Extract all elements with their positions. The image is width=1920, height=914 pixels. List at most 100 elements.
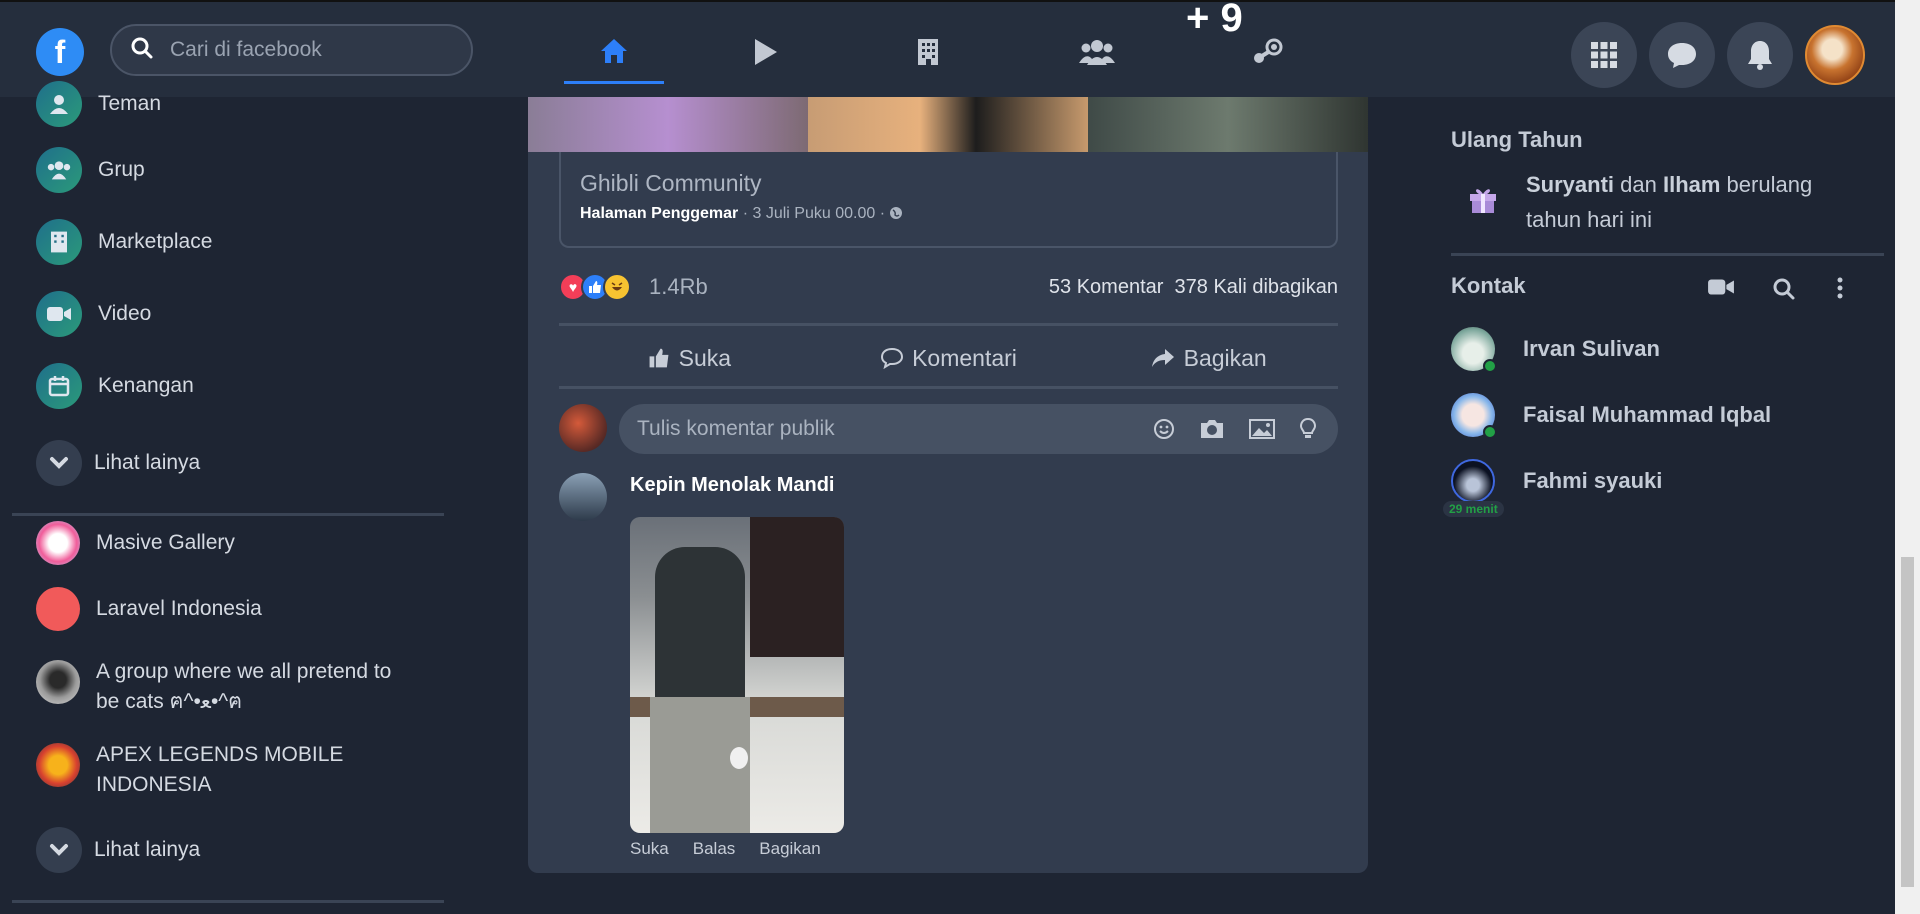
sidebar-group-item[interactable]: Masive Gallery	[36, 521, 235, 565]
pages-icon	[918, 39, 938, 65]
comment-button[interactable]: Komentari	[819, 330, 1079, 386]
search-icon	[130, 36, 154, 65]
reaction-summary: ♥ 1.4Rb 53 Komentar 378 Kali dibagikan	[559, 268, 1338, 306]
sidebar-group-item[interactable]: APEX LEGENDS MOBILE INDONESIA	[36, 740, 356, 800]
home-icon	[601, 38, 627, 63]
facebook-logo[interactable]: f	[36, 28, 84, 76]
search-box[interactable]	[110, 24, 473, 76]
page-scrollbar[interactable]	[1895, 0, 1920, 914]
sidebar-divider	[12, 900, 444, 903]
friends-icon	[36, 81, 82, 127]
video-call-icon[interactable]	[1707, 277, 1735, 297]
group-avatar	[36, 521, 80, 565]
sidebar-item-label: Teman	[98, 92, 162, 115]
chevron-down-icon	[36, 440, 82, 486]
shares-count[interactable]: 378 Kali dibagikan	[1175, 276, 1338, 298]
link-meta: Halaman Penggemar · 3 Juli Puku 00.00 ·	[580, 205, 1317, 223]
contact-name: Faisal Muhammad Iqbal	[1523, 402, 1772, 427]
search-input[interactable]	[168, 37, 438, 63]
sidebar-item-video[interactable]: Video	[36, 291, 151, 337]
post-photo[interactable]	[528, 97, 808, 152]
lightbulb-icon[interactable]	[1298, 417, 1318, 441]
comment-actions: Suka Balas Bagikan	[630, 839, 821, 859]
link-title[interactable]: Ghibli Community	[580, 170, 1317, 197]
search-icon[interactable]	[1772, 277, 1796, 301]
contact-item[interactable]: 29 menit Fahmi syauki	[1443, 459, 1663, 517]
contact-item[interactable]: Faisal Muhammad Iqbal	[1451, 393, 1772, 439]
comments-count[interactable]: 53 Komentar	[1049, 276, 1164, 298]
comment-input-box[interactable]	[619, 404, 1338, 454]
groups-icon	[36, 147, 82, 193]
sidebar-item-label: Video	[98, 302, 152, 325]
comment-label: Komentari	[912, 344, 1017, 371]
post-photo[interactable]	[1088, 97, 1368, 152]
post-date: · 3 Juli Puku 00.00 ·	[738, 205, 890, 222]
sidebar-item-label: Kenangan	[98, 374, 194, 397]
nav-pages-tab[interactable]	[878, 20, 978, 84]
post-photo-strip[interactable]	[528, 97, 1368, 152]
sidebar-item-marketplace[interactable]: Marketplace	[36, 219, 212, 265]
comment-share-link[interactable]: Bagikan	[759, 839, 820, 859]
sidebar-item-memories[interactable]: Kenangan	[36, 363, 194, 409]
current-user-avatar[interactable]	[559, 404, 607, 452]
online-status-dot	[1483, 425, 1497, 439]
sidebar-item-friends[interactable]: Teman	[36, 81, 161, 127]
comment-like-link[interactable]: Suka	[630, 839, 669, 859]
shared-link-card[interactable]: Ghibli Community Halaman Penggemar · 3 J…	[559, 152, 1338, 248]
reaction-icons[interactable]: ♥	[559, 273, 631, 301]
post-actions: Suka Komentari Bagikan	[559, 330, 1338, 386]
see-more-label: Lihat lainya	[94, 838, 201, 861]
more-options-icon[interactable]	[1836, 277, 1844, 299]
group-name: Masive Gallery	[96, 531, 235, 554]
see-more-button[interactable]: Lihat lainya	[36, 440, 200, 486]
notifications-button[interactable]	[1727, 22, 1793, 88]
profile-avatar[interactable]	[1805, 25, 1865, 85]
contact-name: Fahmi syauki	[1523, 468, 1663, 493]
birthday-text[interactable]: Suryanti dan Ilham berulang tahun hari i…	[1526, 167, 1856, 237]
group-name: APEX LEGENDS MOBILE INDONESIA	[96, 743, 344, 796]
sidebar-divider	[1451, 253, 1884, 256]
camera-icon[interactable]	[1198, 417, 1226, 441]
menu-button[interactable]	[1571, 22, 1637, 88]
groups-icon	[1079, 40, 1115, 65]
commenter-name[interactable]: Kepin Menolak Mandi	[630, 474, 834, 497]
menu-grid-icon	[1591, 42, 1617, 68]
reaction-count[interactable]: 1.4Rb	[649, 274, 708, 300]
see-more-button[interactable]: Lihat lainya	[36, 827, 200, 873]
nav-gaming-tab[interactable]	[1217, 20, 1317, 84]
comment-reply-link[interactable]: Balas	[693, 839, 736, 859]
left-sidebar: Teman Grup Marketplace Video Kenangan Li…	[0, 81, 450, 914]
comment-input[interactable]	[635, 416, 1135, 442]
share-button[interactable]: Bagikan	[1078, 330, 1338, 386]
engagement-stats: 53 Komentar 378 Kali dibagikan	[1049, 276, 1338, 299]
sidebar-group-item[interactable]: Laravel Indonesia	[36, 587, 262, 631]
post-divider	[559, 323, 1338, 326]
birthday-name: Suryanti	[1526, 172, 1615, 197]
messenger-button[interactable]	[1649, 22, 1715, 88]
post-divider	[559, 386, 1338, 389]
post-photo[interactable]	[808, 97, 1088, 152]
sidebar-group-item[interactable]: A group where we all pretend to be cats …	[36, 657, 416, 717]
contact-avatar	[1451, 393, 1497, 439]
contact-item[interactable]: Irvan Sulivan	[1451, 327, 1660, 373]
contacts-heading: Kontak	[1451, 273, 1526, 298]
contact-avatar	[1451, 327, 1497, 373]
scrollbar-thumb[interactable]	[1901, 557, 1914, 887]
globe-icon	[890, 207, 903, 219]
comment-photo[interactable]	[630, 517, 844, 833]
emoji-icon[interactable]	[1152, 417, 1176, 441]
nav-home-tab[interactable]	[564, 20, 664, 84]
sidebar-divider	[12, 513, 444, 516]
video-camera-icon	[36, 291, 82, 337]
sidebar-item-groups[interactable]: Grup	[36, 147, 145, 193]
group-name: Laravel Indonesia	[96, 597, 262, 620]
online-status-dot	[1483, 359, 1497, 373]
image-icon[interactable]	[1248, 417, 1276, 441]
like-button[interactable]: Suka	[559, 330, 819, 386]
like-label: Suka	[678, 344, 732, 371]
write-comment-row	[559, 404, 1338, 454]
nav-groups-tab[interactable]	[1047, 20, 1147, 84]
commenter-avatar[interactable]	[559, 473, 607, 521]
nav-video-tab[interactable]	[715, 20, 815, 84]
last-active-badge: 29 menit	[1443, 501, 1504, 517]
